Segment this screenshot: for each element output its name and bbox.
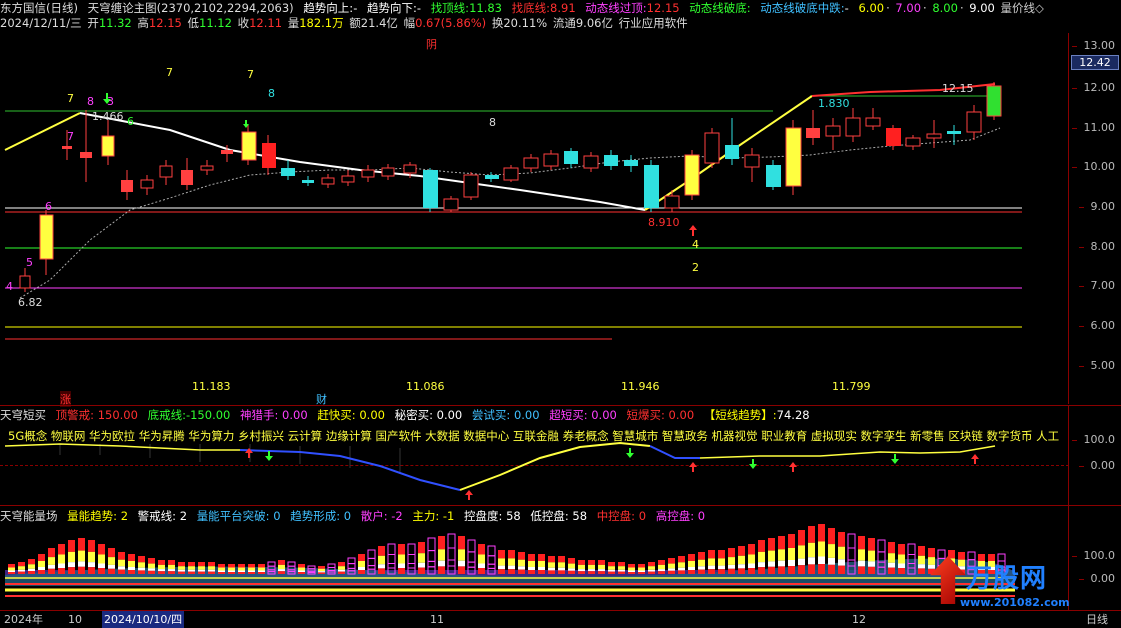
zero-line — [0, 465, 1069, 466]
segment-value: 11.946 — [621, 380, 660, 393]
wave-num: 2 — [692, 261, 699, 274]
time-label: 2024年 — [4, 613, 43, 626]
wave-num: 6 — [127, 115, 134, 128]
price-tick: 7.00 — [1078, 279, 1115, 292]
wave-num: 7 — [247, 68, 254, 81]
price-tick: 13.00 — [1071, 39, 1115, 52]
current-price-tag: 12.42 — [1071, 55, 1119, 70]
energy-panel-title[interactable]: 天穹能量场 — [0, 509, 58, 523]
yin-mark: 阴 — [426, 38, 437, 51]
segment-value: 11.183 — [192, 380, 231, 393]
pane-divider — [0, 405, 1121, 406]
time-label: 12 — [852, 613, 866, 626]
axis-tick: 0.00 — [1078, 459, 1115, 472]
wave-num: 4 — [6, 280, 13, 293]
short-panel-axis: 100.0 0.00 — [1068, 406, 1121, 505]
wave-num: 7 — [67, 92, 74, 105]
price-tick: 5.00 — [1078, 359, 1115, 372]
wave-num: 8 — [87, 95, 94, 108]
wave-num: 3 — [107, 95, 114, 108]
wave-num: 7 — [67, 130, 74, 143]
pane-divider — [0, 505, 1121, 506]
energy-panel-header: 天穹能量场 量能趋势: 2 警戒线: 2 量能平台突破: 0 趋势形成: 0 散… — [0, 509, 706, 523]
wave-num: 7 — [166, 66, 173, 79]
main-chart-canvas[interactable] — [0, 0, 1069, 628]
time-label: 10 — [68, 613, 82, 626]
candlesticks — [19, 82, 1002, 292]
peak2-label: 1.830 — [818, 97, 850, 110]
time-label: 11 — [430, 613, 444, 626]
short-panel-header: 天穹短买 顶警戒: 150.00 底戒线:-150.00 神猎手: 0.00 赶… — [0, 408, 810, 422]
high-end-label: 12.15 — [942, 82, 974, 95]
segment-value: 11.799 — [832, 380, 871, 393]
bottom-label: 8.910 — [648, 216, 680, 229]
axis-tick: 0.00 — [1078, 572, 1115, 585]
main-price-axis: 13.00 12.42 12.00 11.00 10.00 9.00 8.00 … — [1068, 33, 1121, 404]
price-tick: 8.00 — [1078, 240, 1115, 253]
energy-panel-axis: 100.0 0.00 — [1068, 506, 1121, 610]
cursor-date-label: 2024/10/10/四 — [102, 611, 185, 628]
wave-num: 6 — [45, 200, 52, 213]
price-tick: 11.00 — [1071, 121, 1115, 134]
price-tick: 9.00 — [1078, 200, 1115, 213]
wave-num: 4 — [692, 238, 699, 251]
concept-tags: 5G概念 物联网 华为欧拉 华为昇腾 华为算力 乡村振兴 云计算 边缘计算 国产… — [8, 429, 1060, 443]
segment-value: 11.086 — [406, 380, 445, 393]
short-panel-title[interactable]: 天穹短买 — [0, 408, 46, 422]
peak1-label: 1.466 — [92, 110, 124, 123]
low-start-label: 6.82 — [18, 296, 43, 309]
axis-tick: 100.0 — [1071, 433, 1115, 446]
price-tick: 6.00 — [1078, 319, 1115, 332]
wave-num: 8 — [268, 87, 275, 100]
wave-num: 8 — [489, 116, 496, 129]
price-tick: 12.00 — [1071, 81, 1115, 94]
axis-tick: 100.0 — [1071, 549, 1115, 562]
period-label[interactable]: 日线 — [1086, 611, 1108, 628]
watermark-logo: 万股网 www.201082.com — [930, 556, 1070, 616]
price-tick: 10.00 — [1071, 160, 1115, 173]
wave-num: 5 — [26, 256, 33, 269]
